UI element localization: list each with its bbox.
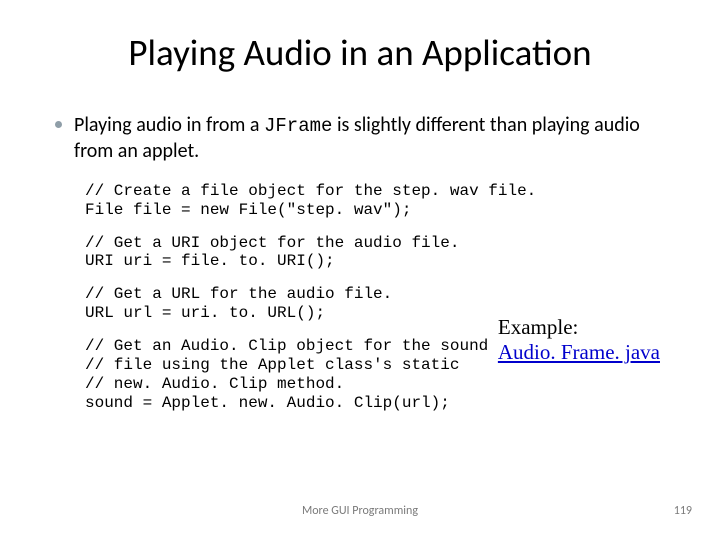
slide-title: Playing Audio in an Application	[55, 30, 665, 75]
code-block-2: // Get a URI object for the audio file. …	[85, 234, 665, 272]
bullet-pre: Playing audio in from a	[74, 113, 264, 137]
footer-text: More GUI Programming	[0, 504, 720, 518]
example-label: Example:	[498, 315, 660, 340]
code-block-1: // Create a file object for the step. wa…	[85, 182, 665, 220]
bullet-item: Playing audio in from a JFrame is slight…	[55, 113, 665, 164]
bullet-dot-icon	[55, 121, 62, 128]
page-number: 119	[674, 504, 692, 518]
example-link[interactable]: Audio. Frame. java	[498, 340, 660, 365]
bullet-text: Playing audio in from a JFrame is slight…	[74, 113, 665, 164]
example-box: Example: Audio. Frame. java	[498, 315, 660, 365]
bullet-code-inline: JFrame	[264, 115, 332, 137]
